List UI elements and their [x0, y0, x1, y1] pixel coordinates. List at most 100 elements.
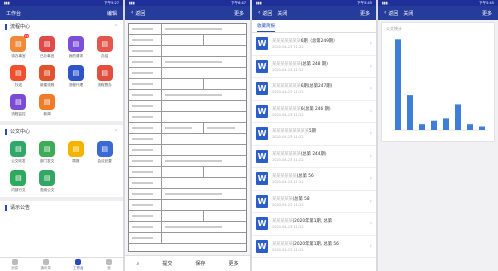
form-cell[interactable]: [204, 79, 246, 89]
placeholder-line: [164, 61, 223, 63]
form-cell[interactable]: [162, 24, 246, 34]
form-cell[interactable]: [162, 90, 246, 100]
doc-list-item[interactable]: W 某某某某某(2020年第1期, 总第 2020-04-23 11:22 ›: [252, 213, 376, 236]
form-cell[interactable]: [162, 189, 246, 199]
doc-list-item[interactable]: W 某某某某某某某6(总第 246 期) 2020-04-23 11:22 ›: [252, 101, 376, 123]
bar-6[interactable]: [455, 104, 461, 130]
process-app[interactable]: ▤ 抄送: [4, 65, 33, 88]
form-cell: [129, 101, 162, 111]
form-cell[interactable]: [162, 134, 246, 144]
doc-list-item[interactable]: W 某某某某某某某某某5期 2020-04-23 11:22 ›: [252, 123, 376, 146]
attach-icon[interactable]: ⌕: [137, 261, 140, 267]
doc-date: 2020-04-23 11:22: [272, 45, 304, 50]
doc-title-text: 6期（总第249期）: [300, 39, 338, 45]
form-cell[interactable]: [162, 112, 246, 122]
doc-app[interactable]: ▤ 部门发文: [33, 141, 62, 164]
more-button[interactable]: 更多: [360, 10, 370, 17]
doc-list-item[interactable]: W 某某某某某(2020年第1期, 总第 56 2020-04-23 11:22 ›: [252, 236, 376, 258]
doc-text: 某某某某某某某(总第 244期) 2020-04-23 11:22: [272, 151, 366, 162]
form-cell[interactable]: [204, 167, 246, 177]
doc-list-item[interactable]: W 某某某某某某某(总第 248 期) 2020-04-23 11:22 ›: [252, 56, 376, 78]
bar-3[interactable]: [419, 124, 425, 130]
collapse-icon[interactable]: ⌃: [114, 24, 118, 30]
form-cell[interactable]: [162, 167, 205, 177]
bar-5[interactable]: [443, 118, 449, 130]
form-cell[interactable]: [162, 46, 246, 56]
doc-date: 2020-04-23 11:22: [272, 157, 304, 162]
bar-2[interactable]: [407, 95, 413, 130]
form-cell[interactable]: [162, 145, 246, 155]
process-app[interactable]: ▤ 19 待办事宜: [4, 34, 33, 59]
form-cell[interactable]: [162, 123, 205, 133]
process-app[interactable]: ▤ 流程督办: [90, 65, 119, 88]
form-cell[interactable]: [204, 35, 246, 45]
form-cell[interactable]: [162, 200, 246, 210]
save-button[interactable]: 保存: [195, 260, 205, 267]
doc-title-redacted: 某某某某某某某: [272, 106, 301, 112]
form-cell[interactable]: [162, 222, 246, 232]
app-label: 新建流程: [39, 83, 55, 87]
tab-workbench[interactable]: 工作台: [73, 258, 84, 271]
doc-date: 2020-04-23 11:22: [272, 247, 304, 252]
process-app[interactable]: ▤ 办结: [90, 36, 119, 59]
process-app[interactable]: ▤ 新闻: [33, 94, 62, 117]
form-row: [129, 200, 246, 211]
tab-contacts[interactable]: 通讯录: [40, 258, 51, 271]
word-file-icon: W: [256, 172, 268, 186]
process-app[interactable]: ▤ 流程监控: [4, 94, 33, 117]
dept-doc-icon: ▤: [39, 141, 56, 157]
doc-app[interactable]: ▤ 周报: [62, 141, 91, 164]
doc-list-item[interactable]: W 某某某某某(总第 58 2020-04-23 11:22 ›: [252, 191, 376, 213]
bar-1[interactable]: [395, 39, 401, 131]
form-cell[interactable]: [204, 211, 246, 221]
form-cell[interactable]: [162, 178, 246, 188]
form-cell[interactable]: [162, 101, 246, 111]
form-cell[interactable]: [162, 79, 205, 89]
chevron-right-icon: ›: [369, 107, 372, 115]
collapse-icon[interactable]: ⌃: [114, 129, 118, 135]
back-button[interactable]: 返回: [262, 10, 272, 17]
placeholder-line: [132, 237, 153, 239]
monitor-icon: ▤: [10, 94, 27, 110]
process-app[interactable]: ▤ 我的请求: [62, 36, 91, 59]
process-app[interactable]: ▤ 新建流程: [33, 65, 62, 88]
doc-app[interactable]: ▤ 查阅公文: [33, 170, 62, 193]
back-button[interactable]: ‹ 返回: [131, 10, 145, 17]
doc-app[interactable]: ▤ 会议纪要: [90, 141, 119, 164]
form-cell[interactable]: [162, 57, 246, 67]
bar-7[interactable]: [467, 124, 473, 130]
form-cell[interactable]: [162, 233, 246, 243]
bar-8[interactable]: [479, 126, 485, 130]
doc-list-item[interactable]: W 某某某某某某某6期（总第249期） 2020-04-23 11:22 ›: [252, 33, 376, 56]
doc-title-redacted: 某某某某某: [272, 196, 293, 202]
form-cell[interactable]: [162, 35, 205, 45]
tab-messages[interactable]: 消息: [11, 258, 18, 271]
close-button[interactable]: 关闭: [277, 10, 287, 17]
process-app[interactable]: ▤ 已办事宜: [33, 36, 62, 59]
form-cell[interactable]: [204, 123, 246, 133]
form-cell[interactable]: [162, 156, 246, 166]
doc-title-redacted: 某某某某某某某某某: [272, 129, 309, 135]
doc-app[interactable]: ▤ 内部行文: [4, 170, 33, 193]
form-cell[interactable]: [162, 68, 246, 78]
book-icon: ▤: [10, 141, 27, 157]
close-button[interactable]: 关闭: [403, 10, 413, 17]
back-button[interactable]: 返回: [388, 10, 398, 17]
doc-list-item[interactable]: W 某某某某某某某6期(总第247期) 2020-04-23 11:22 ›: [252, 78, 376, 101]
more-actions-button[interactable]: 更多: [228, 260, 238, 267]
tab-bulletin[interactable]: 收藏简报: [257, 23, 275, 32]
chevron-left-icon[interactable]: ‹: [258, 10, 260, 16]
chevron-left-icon[interactable]: ‹: [384, 10, 386, 16]
submit-button[interactable]: 提交: [162, 260, 172, 267]
tab-me[interactable]: 我: [105, 258, 112, 271]
form-cell[interactable]: [162, 211, 205, 221]
doc-app[interactable]: ▤ 公文收发: [4, 141, 33, 164]
edit-button[interactable]: 编辑: [107, 10, 117, 17]
form-row: [129, 189, 246, 200]
more-button[interactable]: 更多: [482, 10, 492, 17]
doc-list-item[interactable]: W 某某某某某某某(总第 244期) 2020-04-23 11:22 ›: [252, 146, 376, 168]
process-app[interactable]: ▤ 流程代理: [62, 65, 91, 88]
doc-list-item[interactable]: W 某某某某某某(总第 56 2020-04-23 11:22 ›: [252, 168, 376, 191]
bar-4[interactable]: [431, 120, 437, 130]
more-button[interactable]: 更多: [234, 10, 244, 17]
